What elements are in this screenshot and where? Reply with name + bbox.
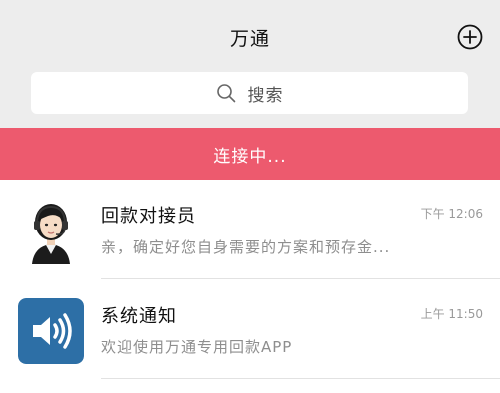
page-title: 万通	[229, 28, 270, 50]
connection-status-banner: 连接中...	[0, 128, 500, 180]
search-placeholder: 搜索	[247, 85, 284, 106]
connection-status-text: 连接中...	[213, 146, 287, 167]
top-bar: 万通 搜索	[0, 0, 500, 128]
chat-list-screen: 万通 搜索 连接中... 回款对接员 下午 12:06 亲，确定好您自身需要的方…	[0, 0, 500, 393]
divider	[101, 378, 500, 379]
speaker-icon	[18, 298, 84, 364]
chat-time: 上午 11:50	[420, 307, 483, 321]
plus-circle-icon[interactable]	[457, 24, 483, 50]
agent-avatar-icon	[18, 198, 84, 264]
chat-item-system-notice[interactable]: 系统通知 上午 11:50 欢迎使用万通专用回款APP	[0, 286, 500, 382]
chat-preview: 欢迎使用万通专用回款APP	[101, 338, 293, 356]
chat-name: 系统通知	[101, 306, 177, 327]
search-icon	[216, 84, 235, 103]
chat-preview: 亲，确定好您自身需要的方案和预存金...	[101, 238, 391, 256]
chat-name: 回款对接员	[101, 206, 196, 227]
chat-time: 下午 12:06	[420, 207, 483, 221]
divider	[101, 278, 500, 279]
chat-item-repayment-agent[interactable]: 回款对接员 下午 12:06 亲，确定好您自身需要的方案和预存金...	[0, 186, 500, 282]
search-bar[interactable]: 搜索	[31, 72, 468, 114]
